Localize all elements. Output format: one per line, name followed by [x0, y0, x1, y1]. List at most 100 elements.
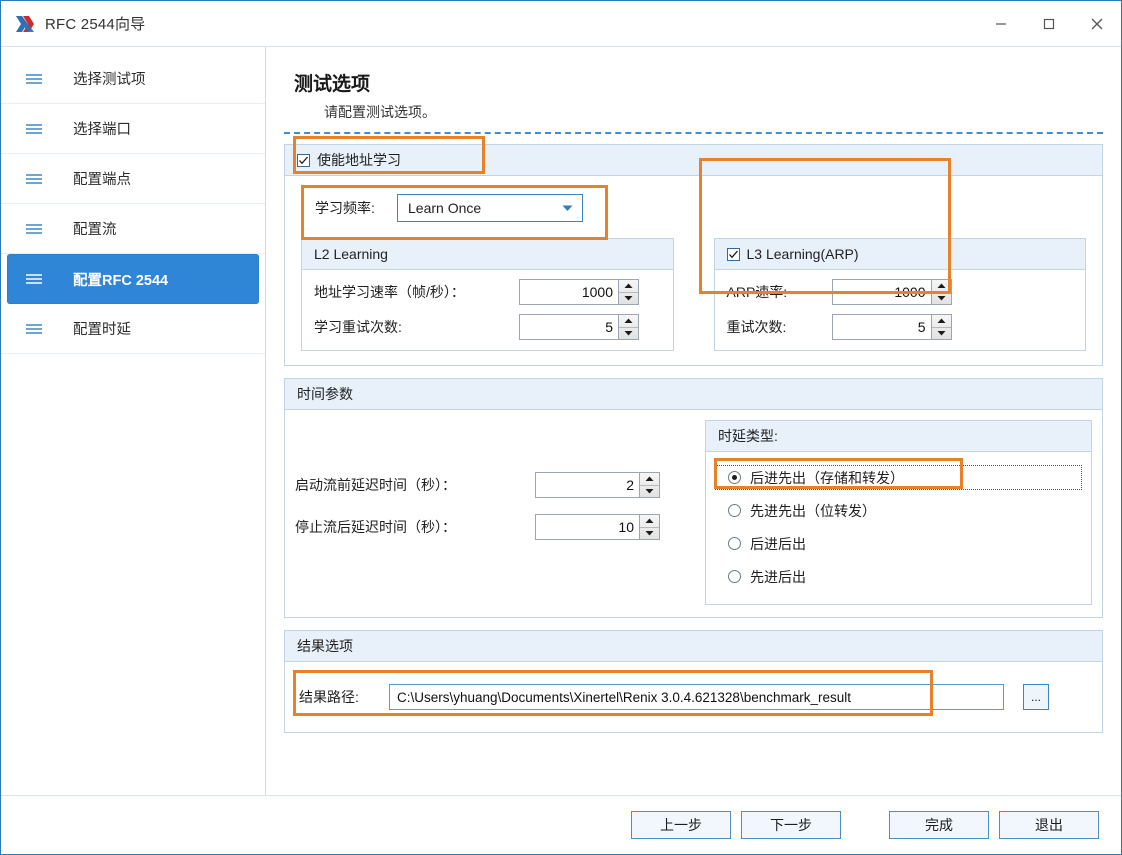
- l2-rate-spinner[interactable]: 1000: [519, 279, 639, 305]
- spinner-down-icon[interactable]: [932, 328, 951, 340]
- spinner-up-icon[interactable]: [931, 315, 951, 328]
- address-learning-body: 学习频率: Learn Once L2 Learning 地址学习速率（帧/秒）…: [285, 158, 1102, 365]
- wizard-footer: 上一步 下一步 完成 退出: [1, 795, 1121, 854]
- latency-type-group: 时延类型: 后进先出（存储和转发） 先进先出（位转发） 后进后出 先进后出: [705, 420, 1092, 605]
- wizard-sidebar: 选择测试项 选择端口 配置端点 配置流 配置RFC 2544 配置时延: [1, 47, 266, 795]
- arp-rate-spinner[interactable]: 1000: [831, 279, 952, 305]
- maximize-button[interactable]: [1025, 2, 1073, 46]
- checkbox-checked-icon: [297, 153, 310, 167]
- spinner-up-icon[interactable]: [640, 515, 659, 528]
- result-options-title: 结果选项: [297, 638, 353, 654]
- latency-type-body: 后进先出（存储和转发） 先进先出（位转发） 后进后出 先进后出: [706, 452, 1091, 604]
- spinner-down-icon[interactable]: [619, 293, 638, 305]
- arp-rate-value: 1000: [894, 284, 926, 300]
- latency-option-lilo[interactable]: 后进后出: [714, 530, 1083, 557]
- l2-learning-body: 地址学习速率（帧/秒）： 1000 学习重试次数: 5: [302, 270, 673, 350]
- spinner-buttons[interactable]: [618, 315, 638, 339]
- xinertel-x-logo-icon: [14, 13, 36, 35]
- sidebar-item-label: 配置端点: [73, 172, 131, 188]
- sidebar-item-select-test[interactable]: 选择测试项: [1, 54, 265, 104]
- spinner-buttons[interactable]: [618, 280, 638, 304]
- sidebar-item-label: 配置RFC 2544: [73, 272, 169, 289]
- sidebar-item-label: 配置时延: [73, 322, 131, 338]
- spinner-up-icon[interactable]: [619, 280, 638, 293]
- l2-retry-spinner[interactable]: 5: [519, 314, 639, 340]
- latency-option-label: 先进后出: [750, 568, 806, 585]
- result-path-input[interactable]: C:\Users\yhuang\Documents\Xinertel\Renix…: [389, 684, 1004, 710]
- window-content: 选择测试项 选择端口 配置端点 配置流 配置RFC 2544 配置时延 测试选项…: [1, 47, 1121, 795]
- address-learning-group: 使能地址学习 学习频率: Learn Once L2 Learning 地址学习…: [284, 136, 1103, 366]
- arp-retry-spinner[interactable]: 5: [831, 314, 952, 340]
- browse-path-button[interactable]: ...: [1023, 684, 1049, 710]
- learn-frequency-dropdown[interactable]: Learn Once: [397, 194, 583, 222]
- l3-learning-title: L3 Learning(ARP): [746, 246, 859, 262]
- time-params-body: 启动流前延迟时间（秒）： 2 停止流后延迟时间（秒）： 10 时延类型: 后进先…: [285, 410, 1102, 617]
- sidebar-item-config-latency[interactable]: 配置时延: [1, 304, 265, 354]
- l3-learning-group: L3 Learning(ARP) ARP速率: 1000 重试次数: 5: [713, 238, 1086, 351]
- minimize-button[interactable]: [977, 2, 1025, 46]
- spinner-down-icon[interactable]: [640, 486, 659, 498]
- start-delay-value: 2: [626, 477, 634, 493]
- latency-option-filo[interactable]: 先进后出: [714, 563, 1083, 590]
- l2-rate-row: 地址学习速率（帧/秒）： 1000: [314, 279, 661, 305]
- spinner-up-icon[interactable]: [640, 473, 659, 486]
- exit-button[interactable]: 退出: [999, 811, 1099, 839]
- time-params-title: 时间参数: [297, 386, 353, 402]
- l3-learning-header: L3 Learning(ARP): [714, 239, 1085, 270]
- l2-learning-title: L2 Learning: [314, 246, 388, 262]
- enable-address-learning-checkbox[interactable]: 使能地址学习: [297, 150, 401, 170]
- arp-retry-row: 重试次数: 5: [727, 314, 1074, 340]
- spinner-down-icon[interactable]: [619, 328, 638, 340]
- spinner-down-icon[interactable]: [640, 528, 659, 540]
- spinner-buttons[interactable]: [930, 315, 951, 340]
- result-options-body: 结果路径: C:\Users\yhuang\Documents\Xinertel…: [285, 662, 1102, 732]
- spinner-buttons[interactable]: [930, 280, 951, 305]
- sidebar-item-config-rfc2544[interactable]: 配置RFC 2544: [7, 254, 259, 304]
- sidebar-item-label: 选择测试项: [73, 72, 146, 88]
- latency-type-header: 时延类型:: [706, 421, 1091, 452]
- hamburger-icon: [25, 223, 45, 235]
- page-subtitle: 请配置测试选项。: [324, 104, 436, 120]
- radio-unselected-icon: [728, 504, 741, 517]
- stop-delay-spinner[interactable]: 10: [535, 514, 660, 540]
- enable-address-learning-label: 使能地址学习: [317, 152, 401, 168]
- next-step-button[interactable]: 下一步: [741, 811, 841, 839]
- spinner-up-icon[interactable]: [931, 280, 951, 293]
- l2-rate-value: 1000: [581, 284, 613, 300]
- hamburger-icon: [25, 323, 45, 335]
- time-params-group: 时间参数 启动流前延迟时间（秒）： 2 停止流后延迟时间（秒）： 10 时延类型…: [284, 378, 1103, 618]
- sidebar-item-label: 选择端口: [73, 122, 131, 138]
- enable-l3-learning-checkbox[interactable]: L3 Learning(ARP): [726, 246, 859, 262]
- l2-retry-value: 5: [605, 319, 613, 335]
- latency-option-lifo-store-forward[interactable]: 后进先出（存储和转发）: [714, 464, 1083, 491]
- learn-frequency-row: 学习频率: Learn Once: [315, 194, 1086, 222]
- rfc2544-wizard-window: RFC 2544向导 选择测试项 选择端口 配置端点 配置流 配置RFC 254…: [0, 0, 1122, 855]
- time-params-header: 时间参数: [285, 379, 1102, 410]
- hamburger-icon: [25, 73, 45, 85]
- sidebar-item-config-endpoint[interactable]: 配置端点: [1, 154, 265, 204]
- page-title: 测试选项: [294, 74, 371, 95]
- result-path-row: 结果路径: C:\Users\yhuang\Documents\Xinertel…: [299, 684, 1088, 710]
- main-panel: 测试选项 请配置测试选项。 使能地址学习 学习频率: Learn Once L2…: [266, 47, 1121, 795]
- close-button[interactable]: [1073, 2, 1121, 46]
- start-delay-label: 启动流前延迟时间（秒）：: [295, 477, 456, 493]
- sidebar-item-select-port[interactable]: 选择端口: [1, 104, 265, 154]
- l2-learning-header: L2 Learning: [302, 239, 673, 270]
- spinner-buttons[interactable]: [639, 515, 659, 539]
- start-delay-spinner[interactable]: 2: [535, 472, 660, 498]
- stop-delay-row: 停止流后延迟时间（秒）： 10: [295, 514, 695, 540]
- latency-option-fifo-bit-forward[interactable]: 先进先出（位转发）: [714, 497, 1083, 524]
- sidebar-item-config-stream[interactable]: 配置流: [1, 204, 265, 254]
- prev-step-button[interactable]: 上一步: [631, 811, 731, 839]
- chevron-down-icon: [562, 204, 574, 212]
- result-path-label: 结果路径:: [299, 689, 359, 705]
- finish-button[interactable]: 完成: [889, 811, 989, 839]
- latency-option-label: 后进先出（存储和转发）: [750, 469, 904, 486]
- spinner-up-icon[interactable]: [619, 315, 638, 328]
- l2-retry-label: 学习重试次数:: [314, 319, 402, 335]
- radio-unselected-icon: [728, 570, 741, 583]
- spinner-buttons[interactable]: [639, 473, 659, 497]
- l2-learning-group: L2 Learning 地址学习速率（帧/秒）： 1000 学习重试次数: 5: [301, 238, 674, 351]
- spinner-down-icon[interactable]: [932, 293, 951, 305]
- l3-learning-body: ARP速率: 1000 重试次数: 5: [715, 270, 1086, 350]
